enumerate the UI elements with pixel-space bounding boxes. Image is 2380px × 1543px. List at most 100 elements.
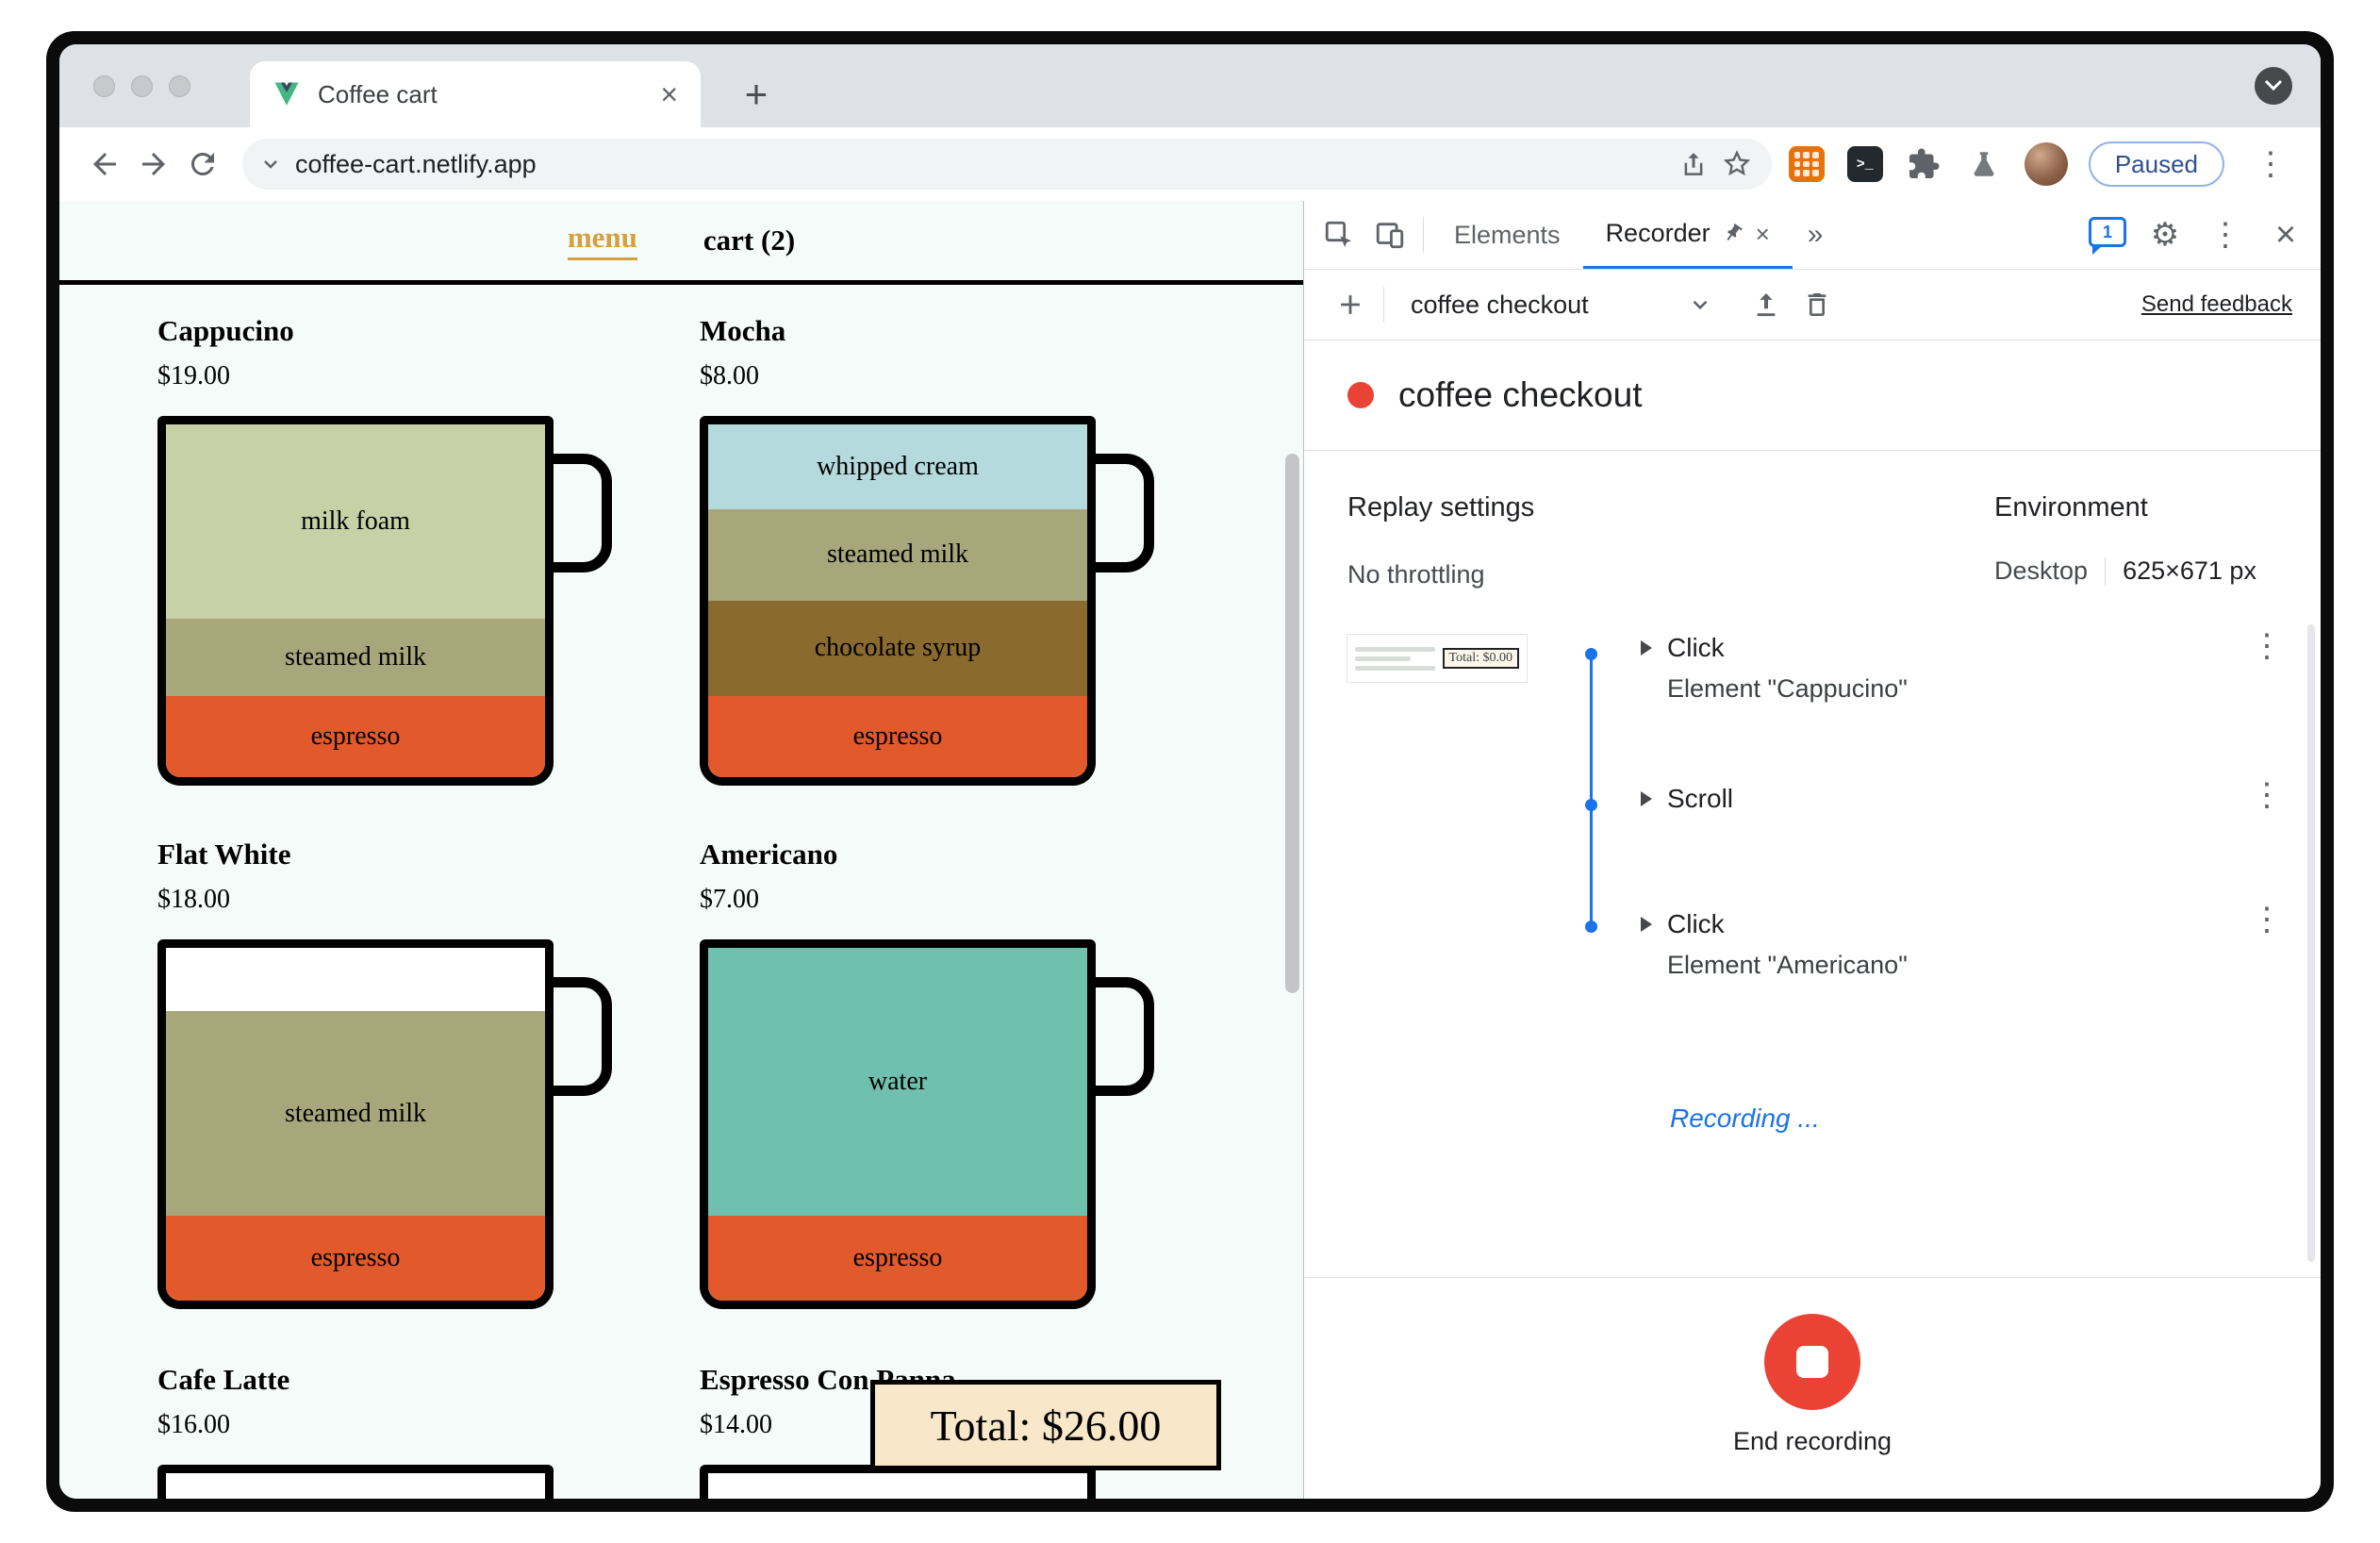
replay-settings-title: Replay settings [1347, 492, 1535, 523]
cup-americano[interactable]: water espresso [700, 939, 1096, 1309]
back-button[interactable] [80, 140, 129, 189]
delete-recording-icon[interactable] [1792, 279, 1843, 330]
item-price: $18.00 [157, 885, 230, 914]
close-recorder-tab-icon[interactable]: × [1756, 222, 1770, 246]
cup-cafe-latte[interactable] [157, 1465, 554, 1499]
menu-item-mocha: Mocha $8.00 whipped cream steamed milk cho… [700, 314, 1228, 786]
step-action-label: Click [1667, 909, 1725, 938]
cup-layer: chocolate syrup [708, 600, 1087, 696]
tab-coffee-cart[interactable]: Coffee cart × [250, 61, 701, 127]
end-recording-label: End recording [1732, 1427, 1892, 1455]
screenshot-root: Coffee cart × + coffee-cart.netlify.app … [0, 0, 2380, 1543]
recording-select[interactable]: coffee checkout [1411, 290, 1712, 320]
tab-recorder[interactable]: Recorder × [1582, 201, 1793, 269]
step-action-label: Click [1667, 633, 1725, 662]
coffee-cart-page: menu cart (2) Cappucino $19.00 milk foam… [59, 201, 1303, 1499]
flask-extension-icon[interactable] [1964, 144, 2004, 184]
tab-search-button[interactable] [2255, 67, 2292, 105]
forward-button[interactable] [129, 140, 178, 189]
step-click-americano[interactable]: Click Element "Americano" [1641, 908, 1908, 980]
devtools-menu-icon[interactable]: ⋮ [2190, 209, 2260, 260]
item-price: $19.00 [157, 361, 230, 390]
bookmark-star-icon[interactable] [1715, 142, 1759, 186]
url-text: coffee-cart.netlify.app [295, 149, 537, 178]
terminal-extension-icon[interactable]: >_ [1846, 146, 1883, 182]
step-target-label: Element "Cappucino" [1667, 674, 1908, 703]
timeline-dot [1585, 799, 1597, 811]
browser-toolbar: coffee-cart.netlify.app >_ Paused ⋮ [59, 127, 2321, 201]
item-name: Cafe Latte [157, 1363, 290, 1396]
item-price: $16.00 [157, 1410, 230, 1439]
steps-scrollbar[interactable] [2307, 624, 2315, 1262]
tab-elements[interactable]: Elements [1431, 201, 1583, 269]
paused-button[interactable]: Paused [2088, 141, 2224, 187]
step-thumbnail: Total: $0.00 [1347, 634, 1528, 683]
environment-viewport: 625×671 px [2123, 556, 2256, 585]
close-window-button[interactable] [93, 75, 115, 97]
add-recording-icon[interactable] [1325, 279, 1376, 330]
divider [1423, 217, 1424, 253]
menu-item-flat-white: Flat White $18.00 steamed milk espresso [157, 838, 686, 1309]
page-scrollbar[interactable] [1285, 454, 1299, 993]
devtools-panel: Elements Recorder × » 1 ⚙ ⋮ × coffee che… [1303, 201, 2321, 1499]
tab-recorder-label: Recorder [1605, 219, 1711, 247]
console-messages-icon[interactable]: 1 [2089, 217, 2126, 255]
devtools-settings-gear-icon[interactable]: ⚙ [2140, 209, 2190, 260]
cup-layer: steamed milk [166, 1011, 545, 1217]
send-feedback-link[interactable]: Send feedback [2141, 291, 2292, 318]
expand-step-icon[interactable] [1641, 917, 1652, 932]
cup-layer [166, 948, 545, 1012]
devtools-close-icon[interactable]: × [2260, 209, 2311, 260]
cup-cappucino[interactable]: milk foam steamed milk espresso [157, 416, 554, 786]
environment-values: Desktop 625×671 px [1994, 556, 2256, 586]
recording-title: coffee checkout [1398, 375, 1643, 414]
more-tabs-icon[interactable]: » [1808, 219, 1824, 251]
devtools-tabbar: Elements Recorder × » 1 ⚙ ⋮ × [1304, 201, 2321, 270]
tab-close-icon[interactable]: × [660, 79, 678, 109]
replay-settings-section: Replay settings No throttling Environmen… [1304, 451, 2321, 621]
cup-layer: steamed milk [166, 618, 545, 696]
export-recording-icon[interactable] [1741, 279, 1792, 330]
step-scroll[interactable]: Scroll [1641, 783, 1733, 815]
minimize-window-button[interactable] [131, 75, 153, 97]
recorder-steps-list: Total: $0.00 Click Element "Cappucino" ⋮ [1304, 621, 2321, 1277]
share-icon[interactable] [1672, 142, 1715, 186]
item-name: Americano [700, 838, 838, 871]
step-menu-icon[interactable]: ⋮ [2251, 779, 2283, 811]
reload-button[interactable] [178, 140, 227, 189]
extensions-row: >_ Paused ⋮ [1787, 141, 2300, 187]
cup-layer: milk foam [166, 424, 545, 619]
step-menu-icon[interactable]: ⋮ [2251, 904, 2283, 936]
chevron-down-icon [2264, 79, 2283, 91]
site-info-chevron-icon[interactable] [259, 153, 282, 175]
inspect-element-icon[interactable] [1314, 209, 1364, 260]
recording-red-dot-icon [1347, 382, 1374, 408]
cup-mocha[interactable]: whipped cream steamed milk chocolate syrup… [700, 416, 1096, 786]
nav-link-cart[interactable]: cart (2) [703, 224, 795, 257]
messages-count-badge: 1 [2102, 222, 2112, 241]
tab-elements-label: Elements [1454, 220, 1561, 249]
new-tab-button[interactable]: + [733, 71, 780, 118]
cart-total-button[interactable]: Total: $26.00 [870, 1380, 1221, 1470]
calculator-extension-icon[interactable] [1787, 144, 1826, 184]
address-bar[interactable]: coffee-cart.netlify.app [242, 139, 1772, 190]
chevron-down-icon [1693, 300, 1708, 310]
browser-menu-icon[interactable]: ⋮ [2245, 148, 2296, 180]
environment-title: Environment [1994, 492, 2148, 523]
device-toolbar-icon[interactable] [1364, 209, 1415, 260]
timeline-dot [1585, 648, 1597, 660]
zoom-window-button[interactable] [169, 75, 190, 97]
thumbnail-content [1355, 646, 1435, 671]
profile-avatar[interactable] [2024, 142, 2068, 186]
nav-link-menu[interactable]: menu [567, 221, 637, 260]
end-recording-button[interactable] [1764, 1314, 1860, 1410]
expand-step-icon[interactable] [1641, 791, 1652, 806]
expand-step-icon[interactable] [1641, 640, 1652, 655]
step-target-label: Element "Americano" [1667, 951, 1908, 979]
cup-flat-white[interactable]: steamed milk espresso [157, 939, 554, 1309]
cup-layer: whipped cream [708, 424, 1087, 509]
step-menu-icon[interactable]: ⋮ [2251, 630, 2283, 662]
step-click-cappucino[interactable]: Click Element "Cappucino" [1641, 632, 1908, 704]
recording-header: coffee checkout [1304, 340, 2321, 451]
extensions-puzzle-icon[interactable] [1904, 144, 1943, 184]
